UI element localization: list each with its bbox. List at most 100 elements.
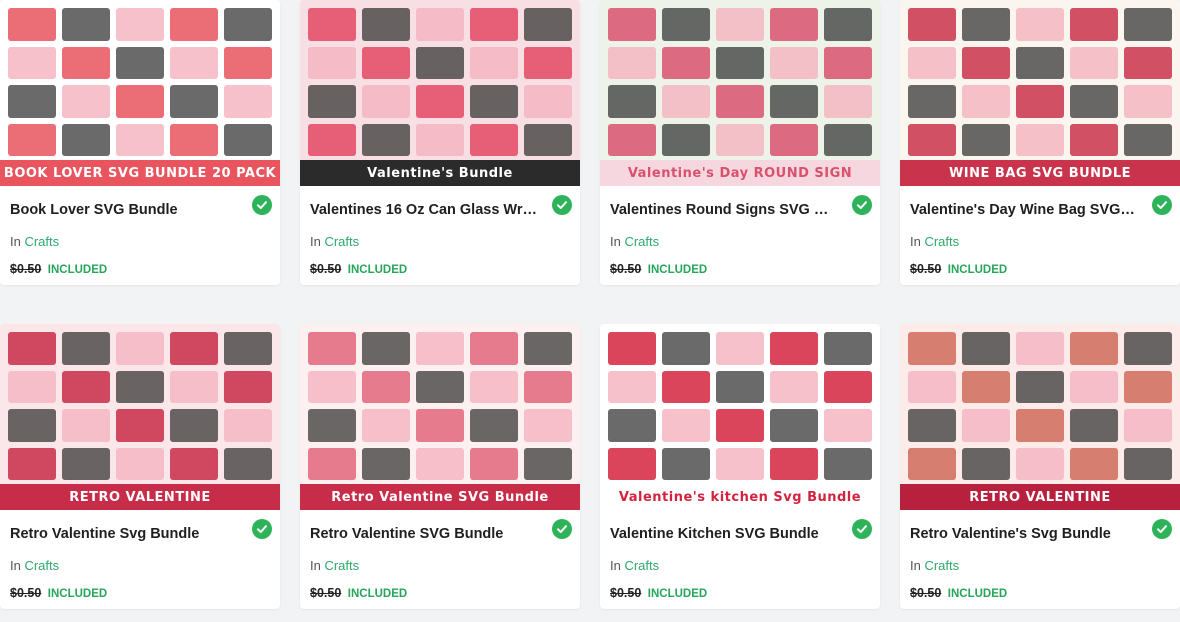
artwork-tile	[224, 123, 272, 156]
artwork-tile	[8, 123, 56, 156]
thumbnail-artwork	[8, 332, 272, 480]
artwork-tile	[62, 85, 110, 118]
product-thumbnail[interactable]: Valentine's Bundle	[300, 0, 580, 186]
artwork-tile	[824, 123, 872, 156]
artwork-tile	[116, 85, 164, 118]
artwork-tile	[824, 8, 872, 41]
artwork-tile	[416, 332, 464, 365]
artwork-tile	[170, 332, 218, 365]
artwork-tile	[362, 85, 410, 118]
product-card[interactable]: RETRO VALENTINE Retro Valentine's Svg Bu…	[900, 324, 1180, 609]
product-title[interactable]: Valentine Kitchen SVG Bundle	[610, 524, 838, 544]
product-title[interactable]: Retro Valentine SVG Bundle	[310, 524, 538, 544]
included-badge: INCLUDED	[47, 588, 108, 600]
artwork-tile	[224, 447, 272, 480]
product-thumbnail[interactable]: RETRO VALENTINE	[0, 324, 280, 510]
check-icon	[552, 519, 572, 539]
artwork-tile	[662, 332, 710, 365]
included-badge: INCLUDED	[947, 588, 1008, 600]
product-category: In Crafts	[610, 233, 870, 251]
product-card[interactable]: BOOK LOVER SVG BUNDLE 20 PACK Book Lover…	[0, 0, 280, 285]
artwork-tile	[362, 409, 410, 442]
product-price: $0.50 INCLUDED	[310, 260, 570, 278]
included-badge: INCLUDED	[647, 588, 708, 600]
artwork-tile	[62, 370, 110, 403]
product-thumbnail[interactable]: Valentine's Day ROUND SIGN	[600, 0, 880, 186]
product-title[interactable]: Valentine's Day Wine Bag SVG Bundle	[910, 200, 1138, 220]
artwork-tile	[608, 370, 656, 403]
old-price: $0.50	[10, 586, 42, 600]
artwork-tile	[608, 409, 656, 442]
artwork-tile	[662, 409, 710, 442]
artwork-tile	[962, 46, 1010, 79]
product-info: Retro Valentine's Svg Bundle In Crafts $…	[900, 510, 1180, 602]
product-card[interactable]: Valentine's Day ROUND SIGN Valentines Ro…	[600, 0, 880, 285]
category-prefix: In	[10, 558, 21, 573]
product-price: $0.50 INCLUDED	[610, 584, 870, 602]
product-thumbnail[interactable]: WINE BAG SVG BUNDLE	[900, 0, 1180, 186]
artwork-tile	[908, 123, 956, 156]
product-title[interactable]: Retro Valentine's Svg Bundle	[910, 524, 1138, 544]
artwork-tile	[170, 8, 218, 41]
artwork-tile	[662, 370, 710, 403]
artwork-tile	[1016, 85, 1064, 118]
product-price: $0.50 INCLUDED	[610, 260, 870, 278]
category-link[interactable]: Crafts	[324, 234, 359, 249]
artwork-tile	[62, 8, 110, 41]
included-badge: INCLUDED	[647, 264, 708, 276]
thumbnail-banner: BOOK LOVER SVG BUNDLE 20 PACK	[0, 160, 280, 186]
artwork-tile	[1124, 409, 1172, 442]
old-price: $0.50	[610, 586, 642, 600]
included-badge: INCLUDED	[347, 264, 408, 276]
product-thumbnail[interactable]: BOOK LOVER SVG BUNDLE 20 PACK	[0, 0, 280, 186]
category-link[interactable]: Crafts	[24, 234, 59, 249]
product-category: In Crafts	[310, 233, 570, 251]
artwork-tile	[524, 370, 572, 403]
artwork-tile	[416, 409, 464, 442]
artwork-tile	[116, 370, 164, 403]
product-title[interactable]: Book Lover SVG Bundle	[10, 200, 238, 220]
product-title[interactable]: Retro Valentine Svg Bundle	[10, 524, 238, 544]
artwork-tile	[908, 332, 956, 365]
category-link[interactable]: Crafts	[324, 558, 359, 573]
artwork-tile	[770, 85, 818, 118]
product-price: $0.50 INCLUDED	[10, 584, 270, 602]
product-thumbnail[interactable]: RETRO VALENTINE	[900, 324, 1180, 510]
product-info: Retro Valentine SVG Bundle In Crafts $0.…	[300, 510, 580, 602]
category-link[interactable]: Crafts	[624, 558, 659, 573]
artwork-tile	[824, 447, 872, 480]
category-link[interactable]: Crafts	[924, 234, 959, 249]
category-link[interactable]: Crafts	[24, 558, 59, 573]
artwork-tile	[1070, 85, 1118, 118]
category-link[interactable]: Crafts	[924, 558, 959, 573]
thumbnail-banner: Valentine's Bundle	[300, 160, 580, 186]
product-card[interactable]: WINE BAG SVG BUNDLE Valentine's Day Wine…	[900, 0, 1180, 285]
artwork-tile	[608, 85, 656, 118]
product-card[interactable]: Valentine's kitchen Svg Bundle Valentine…	[600, 324, 880, 609]
product-thumbnail[interactable]: Valentine's kitchen Svg Bundle	[600, 324, 880, 510]
product-title[interactable]: Valentines 16 Oz Can Glass Wrap Bundle	[310, 200, 538, 220]
artwork-tile	[824, 85, 872, 118]
thumbnail-artwork	[908, 332, 1172, 480]
artwork-tile	[170, 46, 218, 79]
artwork-tile	[962, 370, 1010, 403]
artwork-tile	[224, 85, 272, 118]
category-prefix: In	[310, 234, 321, 249]
product-card[interactable]: Retro Valentine SVG Bundle Retro Valenti…	[300, 324, 580, 609]
product-category: In Crafts	[310, 557, 570, 575]
artwork-tile	[116, 8, 164, 41]
category-link[interactable]: Crafts	[624, 234, 659, 249]
product-title[interactable]: Valentines Round Signs SVG Bundle	[610, 200, 838, 220]
artwork-tile	[1070, 332, 1118, 365]
category-prefix: In	[610, 558, 621, 573]
artwork-tile	[470, 46, 518, 79]
artwork-tile	[608, 8, 656, 41]
artwork-tile	[1070, 370, 1118, 403]
artwork-tile	[1016, 409, 1064, 442]
product-card[interactable]: Valentine's Bundle Valentines 16 Oz Can …	[300, 0, 580, 285]
artwork-tile	[416, 46, 464, 79]
category-prefix: In	[910, 234, 921, 249]
product-thumbnail[interactable]: Retro Valentine SVG Bundle	[300, 324, 580, 510]
product-card[interactable]: RETRO VALENTINE Retro Valentine Svg Bund…	[0, 324, 280, 609]
artwork-tile	[62, 46, 110, 79]
